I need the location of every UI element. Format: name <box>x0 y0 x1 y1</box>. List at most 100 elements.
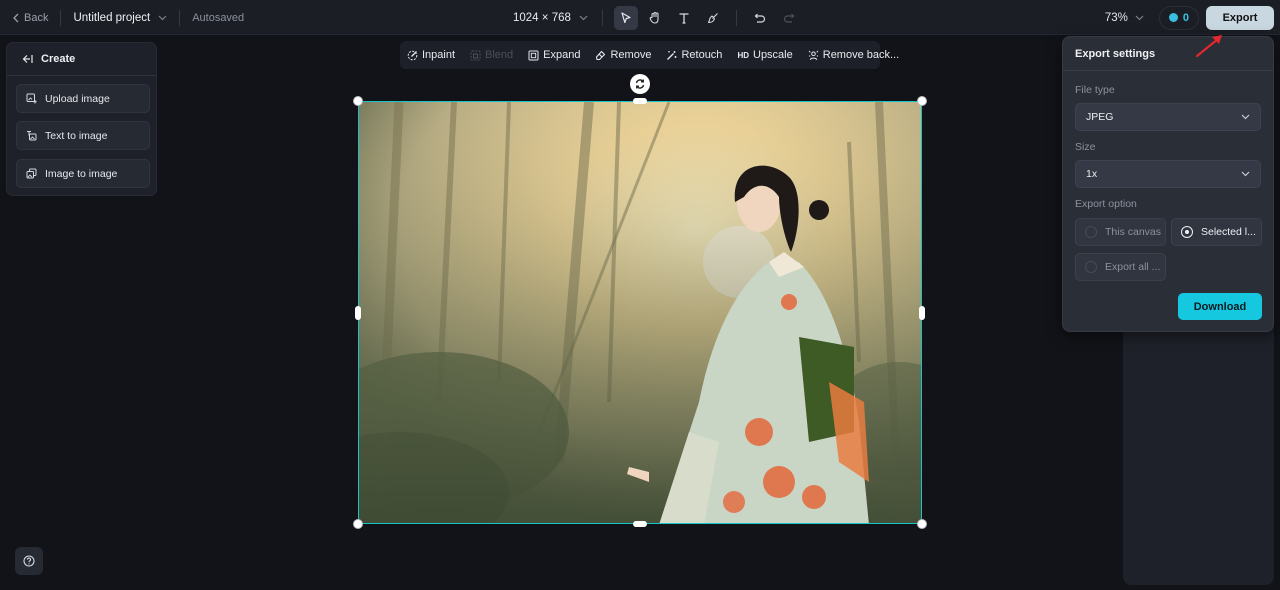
blend-icon <box>470 50 481 61</box>
resize-handle-top[interactable] <box>633 98 647 104</box>
canvas-dimensions: 1024 × 768 <box>513 11 571 24</box>
magic-wand-icon <box>666 50 677 61</box>
radio-icon <box>1085 226 1097 238</box>
chevron-left-icon <box>12 13 20 23</box>
brush-icon <box>707 12 719 24</box>
credit-coin-icon <box>1168 13 1178 22</box>
export-option-label: Export option <box>1075 198 1137 210</box>
remove-background-icon <box>808 50 819 61</box>
expand-button[interactable]: Expand <box>528 49 580 61</box>
retouch-button[interactable]: Retouch <box>666 49 722 61</box>
create-title: Create <box>41 53 76 65</box>
kimono-woman-forest-image <box>359 102 921 523</box>
export-option-export-all[interactable]: Export all ... <box>1075 253 1166 281</box>
export-option-this-canvas[interactable]: This canvas <box>1075 218 1166 246</box>
cursor-arrow-icon <box>620 11 632 24</box>
brush-tool-button[interactable] <box>701 6 725 30</box>
back-label: Back <box>24 11 49 24</box>
upscale-label: Upscale <box>753 49 793 61</box>
inpaint-label: Inpaint <box>422 49 456 61</box>
redo-icon <box>783 12 795 24</box>
option-label: This canvas <box>1105 226 1162 238</box>
canvas-size-dropdown[interactable]: 1024 × 768 <box>513 12 588 24</box>
credits-count: 0 <box>1182 11 1189 24</box>
remove-button[interactable]: Remove <box>595 49 651 61</box>
export-settings-title: Export settings <box>1063 37 1273 71</box>
annotation-arrow <box>1192 32 1228 60</box>
size-value: 1x <box>1086 168 1098 180</box>
resize-handle-right[interactable] <box>919 306 925 320</box>
image-to-image-label: Image to image <box>45 167 118 180</box>
project-title: Untitled project <box>73 11 151 24</box>
radio-selected-icon <box>1181 226 1193 238</box>
chevron-down-icon <box>158 15 167 21</box>
redo-button[interactable] <box>777 6 801 30</box>
text-to-image-button[interactable]: Text to image <box>16 121 150 150</box>
file-type-label: File type <box>1075 84 1115 96</box>
collapse-left-icon <box>22 54 33 64</box>
zoom-level-dropdown[interactable]: 73% <box>1105 12 1144 24</box>
divider <box>60 9 62 26</box>
text-icon <box>678 12 690 24</box>
credits-badge[interactable]: 0 <box>1158 5 1199 30</box>
canvas-image[interactable] <box>358 101 922 524</box>
image-to-image-button[interactable]: Image to image <box>16 159 150 188</box>
select-tool-button[interactable] <box>613 5 638 30</box>
eraser-icon <box>595 50 606 61</box>
expand-icon <box>528 50 539 61</box>
hd-icon: HD <box>737 50 749 60</box>
file-type-value: JPEG <box>1086 111 1114 123</box>
create-panel-header[interactable]: Create <box>7 43 156 76</box>
resize-handle-top-right[interactable] <box>917 96 927 106</box>
help-icon <box>23 555 35 567</box>
top-bar: Back Untitled project Autosaved 1024 × 7… <box>0 0 1280 35</box>
file-type-select[interactable]: JPEG <box>1075 103 1261 131</box>
undo-button[interactable] <box>748 6 772 30</box>
rotate-icon <box>634 78 646 90</box>
hand-tool-button[interactable] <box>643 6 667 30</box>
download-button[interactable]: Download <box>1178 293 1262 320</box>
inpaint-button[interactable]: Inpaint <box>407 49 455 61</box>
text-to-image-label: Text to image <box>45 129 108 142</box>
option-label: Export all ... <box>1105 261 1161 273</box>
blend-label: Blend <box>485 49 514 61</box>
text-tool-button[interactable] <box>672 6 696 30</box>
resize-handle-bottom-left[interactable] <box>353 519 363 529</box>
edit-toolbar: Inpaint Blend Expand Remove Retouch HD U… <box>400 41 899 69</box>
upscale-button[interactable]: HD Upscale <box>737 49 792 61</box>
remove-label: Remove <box>610 49 652 61</box>
export-button[interactable]: Export <box>1206 5 1274 30</box>
upload-image-button[interactable]: Upload image <box>16 84 150 113</box>
image-to-image-icon <box>26 168 37 179</box>
divider <box>601 9 603 26</box>
divider <box>735 9 737 26</box>
blend-button[interactable]: Blend <box>470 49 513 61</box>
rotate-handle[interactable] <box>630 74 650 94</box>
resize-handle-left[interactable] <box>355 306 361 320</box>
divider <box>179 9 181 26</box>
remove-background-button[interactable]: Remove back... <box>808 49 899 61</box>
text-to-image-icon <box>26 130 37 141</box>
hand-icon <box>649 11 661 24</box>
resize-handle-bottom-right[interactable] <box>917 519 927 529</box>
chevron-down-icon <box>1241 171 1250 177</box>
export-settings-popover: Export settings File type JPEG Size 1x E… <box>1062 36 1274 332</box>
remove-background-label: Remove back... <box>822 49 900 61</box>
project-title-dropdown[interactable]: Untitled project <box>73 12 167 24</box>
upload-image-icon <box>26 93 37 104</box>
expand-label: Expand <box>543 49 581 61</box>
size-select[interactable]: 1x <box>1075 160 1261 188</box>
chevron-down-icon <box>1135 15 1144 21</box>
chevron-down-icon <box>1241 114 1250 120</box>
resize-handle-top-left[interactable] <box>353 96 363 106</box>
back-button[interactable]: Back <box>12 12 48 24</box>
option-label: Selected l... <box>1201 226 1256 238</box>
radio-icon <box>1085 261 1097 273</box>
inpaint-icon <box>407 50 418 61</box>
upload-image-label: Upload image <box>45 92 110 105</box>
resize-handle-bottom[interactable] <box>633 521 647 527</box>
size-label: Size <box>1075 141 1096 153</box>
help-button[interactable] <box>15 547 43 575</box>
create-panel: Create Upload image Text to image Image … <box>6 42 157 196</box>
export-option-selected-layers[interactable]: Selected l... <box>1171 218 1262 246</box>
